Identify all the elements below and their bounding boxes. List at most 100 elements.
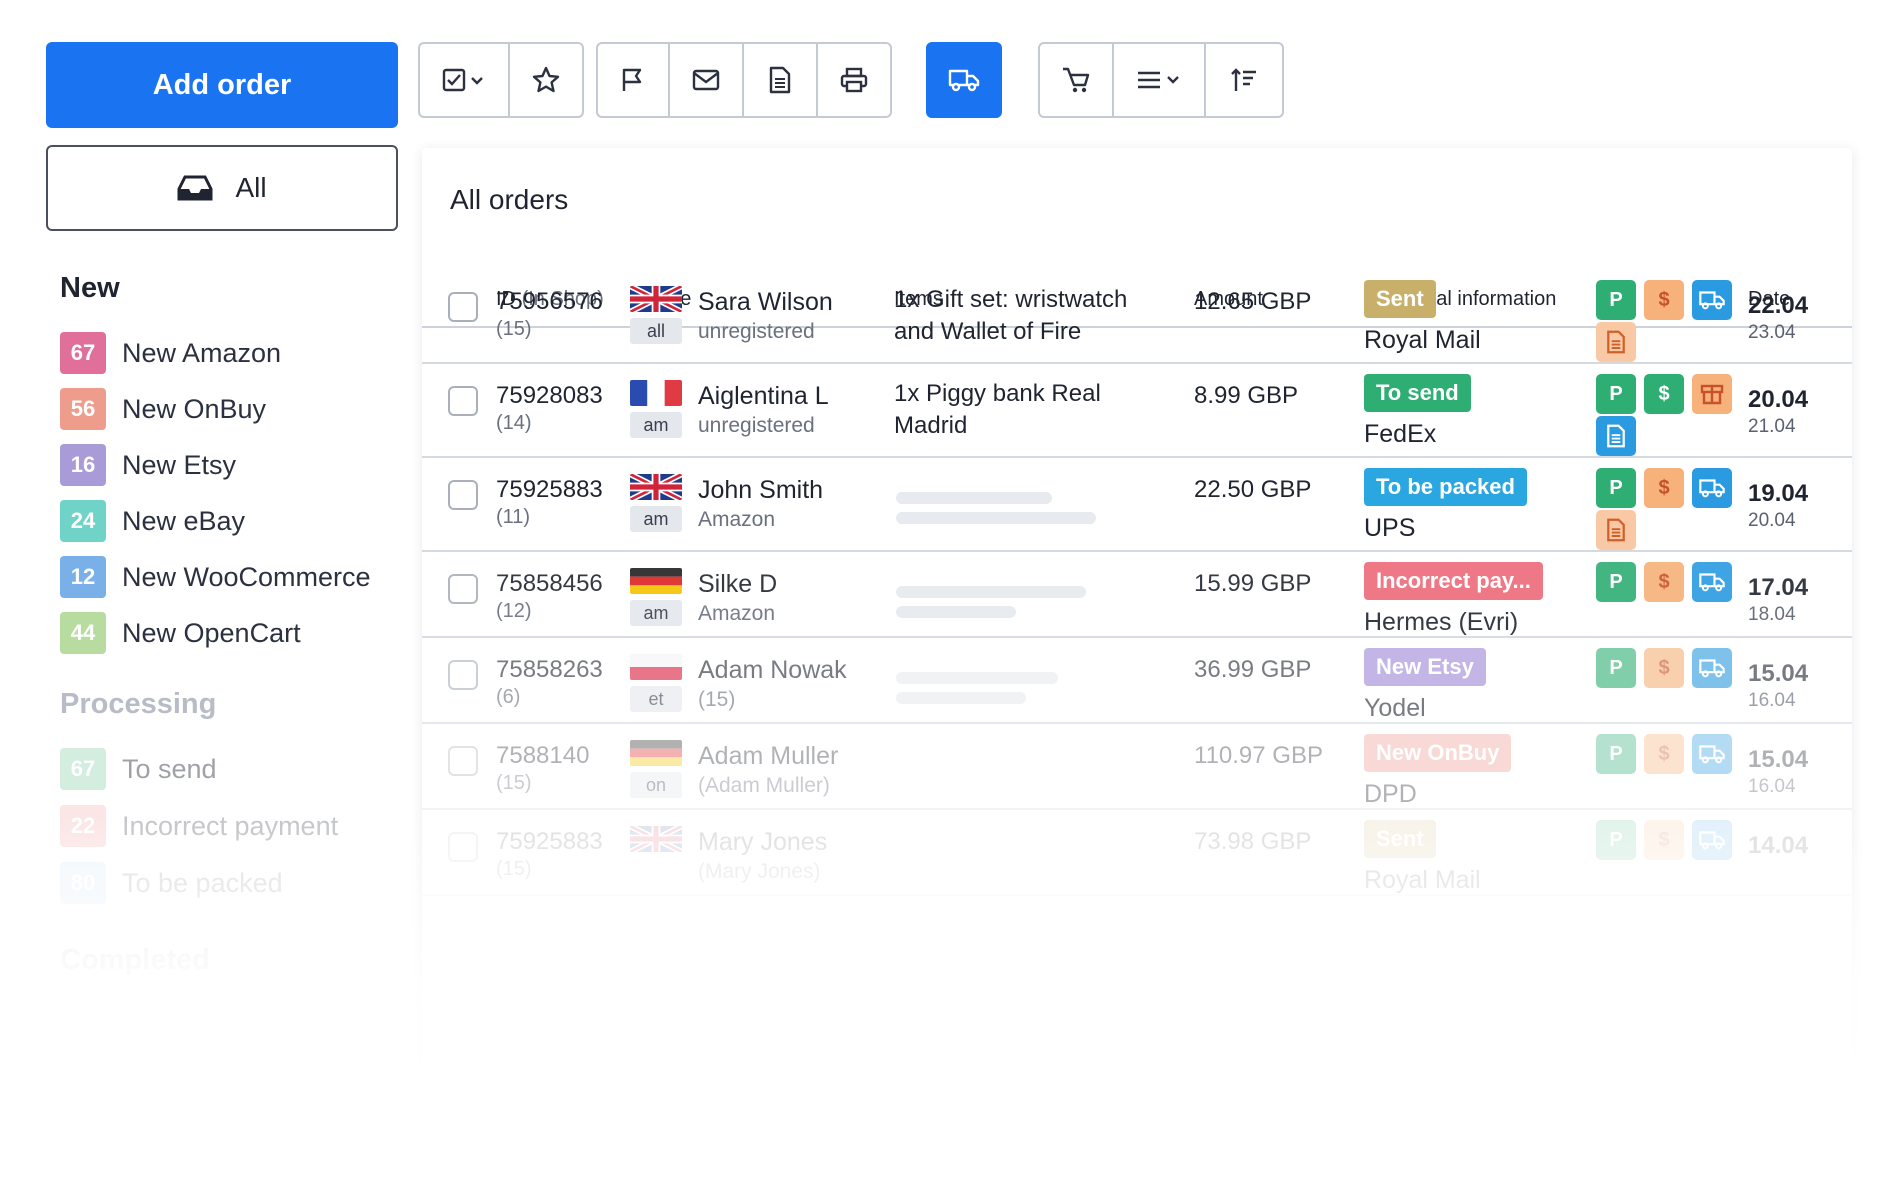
truck-icon[interactable]	[1692, 820, 1732, 860]
table-row[interactable]: 75858456 (12) am Silke D Amazon 15.99 GBP Inco…	[422, 552, 1852, 638]
paypal-icon[interactable]: P	[1596, 468, 1636, 508]
print-button[interactable]	[818, 44, 890, 116]
source-tag: et	[630, 686, 682, 712]
dollar-icon[interactable]: $	[1644, 734, 1684, 774]
country-flag-de	[630, 568, 682, 594]
package-icon[interactable]	[1692, 374, 1732, 414]
customer-name[interactable]: Sara Wilson	[698, 288, 833, 317]
shop-order-id: (6)	[496, 686, 521, 708]
invoice-icon[interactable]	[1596, 416, 1636, 456]
row-checkbox[interactable]	[448, 574, 478, 604]
table-row[interactable]: 75956576 (15) all Sara Wilson unregistered 1x…	[422, 270, 1852, 364]
courier-name: Yodel	[1364, 694, 1426, 722]
paypal-icon[interactable]: P	[1596, 648, 1636, 688]
order-date: 19.04	[1748, 480, 1809, 507]
cart-button[interactable]	[1040, 44, 1114, 116]
truck-icon[interactable]	[1692, 468, 1732, 508]
invoice-icon[interactable]	[1596, 510, 1636, 550]
shipping-button[interactable]	[928, 44, 1000, 116]
row-checkbox[interactable]	[448, 386, 478, 416]
count-badge: 22	[60, 805, 106, 847]
sort-button[interactable]	[1206, 44, 1282, 116]
document-button[interactable]	[744, 44, 818, 116]
customer-name[interactable]: Silke D	[698, 570, 777, 599]
order-id[interactable]: 75858456	[496, 570, 603, 598]
table-row[interactable]: 7588140 (15) on Adam Muller (Adam Muller) 110…	[422, 724, 1852, 810]
customer-name[interactable]: Adam Muller	[698, 742, 838, 771]
add-order-button[interactable]: Add order	[46, 42, 398, 128]
items-placeholder	[896, 606, 1016, 618]
dollar-icon[interactable]: $	[1644, 562, 1684, 602]
dollar-icon[interactable]: $	[1644, 280, 1684, 320]
sidebar-item-label: To send	[122, 753, 217, 784]
row-checkbox[interactable]	[448, 480, 478, 510]
order-id[interactable]: 75956576	[496, 288, 603, 316]
table-row[interactable]: 75925883 (11) am John Smith Amazon 22.50 GBP T…	[422, 458, 1852, 552]
sidebar-item-new-opencart[interactable]: 44 New OpenCart	[60, 611, 301, 655]
customer-name[interactable]: Adam Nowak	[698, 656, 847, 685]
truck-icon[interactable]	[1692, 648, 1732, 688]
dollar-icon[interactable]: $	[1644, 374, 1684, 414]
status-badge[interactable]: To send	[1364, 374, 1471, 412]
row-checkbox[interactable]	[448, 746, 478, 776]
order-id[interactable]: 75925883	[496, 476, 603, 504]
dollar-icon[interactable]: $	[1644, 468, 1684, 508]
table-row[interactable]: 75858263 (6) et Adam Nowak (15) 36.99 GBP New …	[422, 638, 1852, 724]
select-toolbar-group	[418, 42, 584, 118]
customer-name[interactable]: Aiglentina L	[698, 382, 829, 411]
paypal-icon[interactable]: P	[1596, 820, 1636, 860]
paypal-icon[interactable]: P	[1596, 280, 1636, 320]
shop-order-id: (15)	[496, 772, 532, 794]
order-amount: 15.99 GBP	[1194, 570, 1312, 597]
status-badge[interactable]: Sent	[1364, 280, 1436, 318]
paypal-icon[interactable]: P	[1596, 562, 1636, 602]
shop-order-id: (11)	[496, 506, 531, 528]
dollar-icon[interactable]: $	[1644, 820, 1684, 860]
sidebar-item-to-send[interactable]: 67 To send	[60, 747, 217, 791]
paypal-icon[interactable]: P	[1596, 734, 1636, 774]
sidebar-item-to-be-packed[interactable]: 80 To be packed	[60, 861, 283, 905]
customer-name[interactable]: John Smith	[698, 476, 823, 505]
sidebar-item-new-amazon[interactable]: 67 New Amazon	[60, 331, 281, 375]
table-row[interactable]: 75925883 (15) Mary Jones (Mary Jones) 73.98 …	[422, 810, 1852, 896]
order-id[interactable]: 75858263	[496, 656, 603, 684]
sidebar-item-label: Incorrect payment	[122, 810, 339, 841]
customer-account: (Adam Muller)	[698, 774, 830, 797]
status-badge[interactable]: New Etsy	[1364, 648, 1486, 686]
truck-icon	[948, 69, 980, 92]
sidebar-item-new-ebay[interactable]: 24 New eBay	[60, 499, 245, 543]
status-badge[interactable]: Incorrect pay...	[1364, 562, 1543, 600]
checkbox-dropdown-icon	[442, 68, 483, 92]
all-orders-button[interactable]: All	[46, 145, 398, 231]
truck-icon[interactable]	[1692, 734, 1732, 774]
truck-icon[interactable]	[1692, 562, 1732, 602]
order-id[interactable]: 7588140	[496, 742, 589, 770]
customer-name[interactable]: Mary Jones	[698, 828, 827, 857]
favorite-button[interactable]	[510, 44, 582, 116]
dollar-icon[interactable]: $	[1644, 648, 1684, 688]
row-checkbox[interactable]	[448, 660, 478, 690]
sidebar-item-incorrect-payment[interactable]: 22 Incorrect payment	[60, 804, 338, 848]
courier-name: FedEx	[1364, 420, 1437, 448]
invoice-icon[interactable]	[1596, 322, 1636, 362]
status-badge[interactable]: To be packed	[1364, 468, 1527, 506]
table-row[interactable]: 75928083 (14) am Aiglentina L unregistered 1x…	[422, 364, 1852, 458]
sidebar-item-new-onbuy[interactable]: 56 New OnBuy	[60, 387, 266, 431]
paypal-icon[interactable]: P	[1596, 374, 1636, 414]
items-placeholder	[896, 586, 1086, 598]
row-checkbox[interactable]	[448, 832, 478, 862]
select-dropdown-button[interactable]	[420, 44, 510, 116]
flag-button[interactable]	[598, 44, 670, 116]
count-badge: 67	[60, 332, 106, 374]
status-badge[interactable]: New OnBuy	[1364, 734, 1512, 772]
order-id[interactable]: 75925883	[496, 828, 603, 856]
actions-toolbar-group	[596, 42, 892, 118]
sidebar-item-new-etsy[interactable]: 16 New Etsy	[60, 443, 236, 487]
columns-dropdown-button[interactable]	[1114, 44, 1206, 116]
sidebar-item-new-woocommerce[interactable]: 12 New WooCommerce	[60, 555, 371, 599]
row-checkbox[interactable]	[448, 292, 478, 322]
mail-button[interactable]	[670, 44, 744, 116]
status-badge[interactable]: Sent	[1364, 820, 1436, 858]
truck-icon[interactable]	[1692, 280, 1732, 320]
order-id[interactable]: 75928083	[496, 382, 603, 410]
